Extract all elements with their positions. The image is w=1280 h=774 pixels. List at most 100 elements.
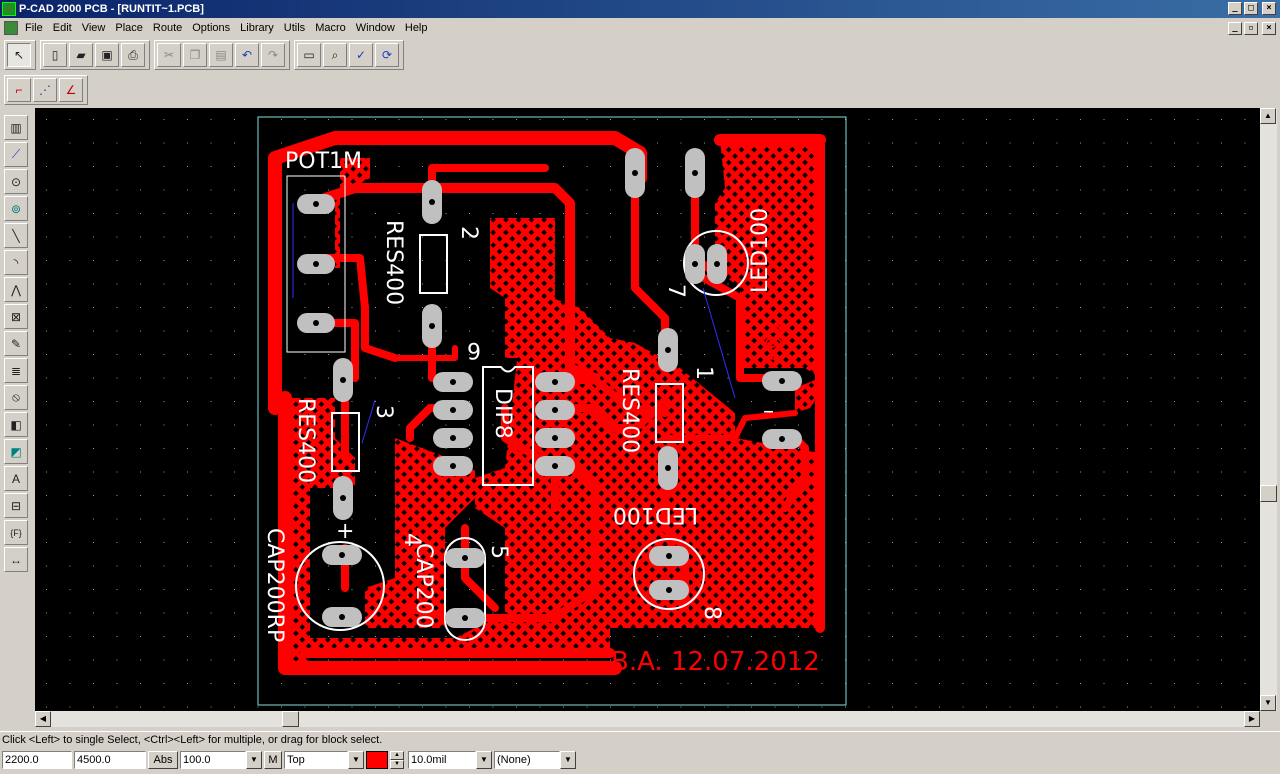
menu-window[interactable]: Window	[351, 22, 400, 34]
place-dimension-icon[interactable]: ↔	[4, 547, 28, 572]
label-pin4: 4	[399, 533, 424, 547]
drc-icon[interactable]: ✓	[349, 43, 373, 67]
vertical-scrollbar[interactable]: ▲ ▼	[1260, 108, 1277, 711]
save-icon[interactable]: ▣	[95, 43, 119, 67]
ruler-icon[interactable]: ▭	[297, 43, 321, 67]
layer-combo[interactable]: Top ▼	[284, 751, 364, 769]
chevron-down-icon[interactable]: ▼	[246, 751, 262, 769]
label-pin7: 7	[663, 284, 688, 298]
place-plane-icon[interactable]: ≣	[4, 358, 28, 383]
spin-up-icon[interactable]: ▲	[390, 751, 404, 760]
left-toolbar: ▥ ⟋ ⊙ ⊚ ╲ ◝ ⋀ ⊠ ✎ ≣ ⦸ ◧ ◩ A ⊟ {F} ↔	[4, 115, 30, 574]
layer-field[interactable]: Top	[284, 751, 348, 769]
tools-group: ▭ ⌕ ✓ ⟳	[294, 40, 404, 70]
label-dip: DIP8	[490, 388, 515, 439]
place-copper-pour-icon[interactable]: ⊠	[4, 304, 28, 329]
layer-color-swatch[interactable]	[366, 751, 388, 769]
chevron-down-icon[interactable]: ▼	[348, 751, 364, 769]
width-field[interactable]: 10.0mil	[408, 751, 476, 769]
horizontal-scroll-thumb[interactable]	[282, 711, 299, 727]
place-keepout-icon[interactable]: ⦸	[4, 385, 28, 410]
select-arrow-icon[interactable]: ↖	[7, 43, 31, 67]
label-pot: POT1M	[285, 149, 362, 174]
vertical-scroll-thumb[interactable]	[1260, 485, 1277, 502]
label-res-right: RES400	[617, 368, 642, 453]
label-minus: –	[763, 399, 774, 424]
doc-close-button[interactable]: ×	[1262, 22, 1276, 35]
net-field[interactable]: (None)	[494, 751, 560, 769]
doc-minimize-button[interactable]: _	[1228, 22, 1242, 35]
place-room-icon[interactable]: ◧	[4, 412, 28, 437]
menu-route[interactable]: Route	[148, 22, 187, 34]
menu-file[interactable]: File	[20, 22, 48, 34]
net-combo[interactable]: (None) ▼	[494, 751, 576, 769]
route-group: ⌐ ⋰ ∠	[4, 75, 88, 105]
print-icon[interactable]: ⎙	[121, 43, 145, 67]
x-coordinate-field[interactable]: 2200.0	[2, 751, 72, 769]
open-folder-icon[interactable]: ▰	[69, 43, 93, 67]
abs-button[interactable]: Abs	[148, 751, 178, 769]
doc-restore-button[interactable]: ▫	[1244, 22, 1258, 35]
place-point-icon[interactable]: ◩	[4, 439, 28, 464]
pcb-canvas[interactable]: B.A. 12.07.2012 POT1M RES400 RES400 RES4…	[35, 108, 1260, 711]
menu-library[interactable]: Library	[235, 22, 279, 34]
label-cap-mid: CAP200	[411, 543, 436, 629]
m-button[interactable]: M	[264, 751, 282, 769]
minimize-button[interactable]: _	[1228, 2, 1242, 15]
paste-icon[interactable]: ▤	[209, 43, 233, 67]
new-file-icon[interactable]: ▯	[43, 43, 67, 67]
scroll-down-button[interactable]: ▼	[1260, 695, 1276, 711]
menu-place[interactable]: Place	[110, 22, 148, 34]
pcb-drawing[interactable]: B.A. 12.07.2012 POT1M RES400 RES400 RES4…	[35, 108, 1260, 711]
close-button[interactable]: ×	[1262, 2, 1276, 15]
place-pad-icon[interactable]: ⊙	[4, 169, 28, 194]
place-attribute-icon[interactable]: ⊟	[4, 493, 28, 518]
zoom-combo[interactable]: 100.0 ▼	[180, 751, 262, 769]
label-pin2: 2	[456, 226, 481, 240]
menu-utils[interactable]: Utils	[279, 22, 310, 34]
chevron-down-icon[interactable]: ▼	[476, 751, 492, 769]
label-plus-small: +	[336, 519, 354, 544]
scroll-up-button[interactable]: ▲	[1260, 108, 1276, 124]
layer-spinner[interactable]: ▲ ▼	[390, 751, 404, 769]
place-component-icon[interactable]: ▥	[4, 115, 28, 140]
document-icon[interactable]	[4, 21, 18, 35]
window-title: P-CAD 2000 PCB - [RUNTIT~1.PCB]	[19, 3, 204, 15]
menu-macro[interactable]: Macro	[310, 22, 351, 34]
cut-icon[interactable]: ✂	[157, 43, 181, 67]
place-text-icon[interactable]: A	[4, 466, 28, 491]
copy-icon[interactable]: ❐	[183, 43, 207, 67]
scroll-right-button[interactable]: ▶	[1244, 711, 1260, 727]
label-pin1: 1	[691, 366, 716, 380]
label-cap-left: CAP200RP	[262, 528, 287, 642]
place-connection-icon[interactable]: ⟋	[4, 142, 28, 167]
menu-view[interactable]: View	[77, 22, 111, 34]
label-plus9v: +9V	[763, 321, 788, 368]
maximize-button[interactable]: □	[1244, 2, 1258, 15]
menu-options[interactable]: Options	[187, 22, 235, 34]
chevron-down-icon[interactable]: ▼	[560, 751, 576, 769]
y-coordinate-field[interactable]: 4500.0	[74, 751, 146, 769]
scroll-left-button[interactable]: ◀	[35, 711, 51, 727]
route-manual-icon[interactable]: ⌐	[7, 78, 31, 102]
place-arc-icon[interactable]: ◝	[4, 250, 28, 275]
place-polygon-icon[interactable]: ⋀	[4, 277, 28, 302]
zoom-icon[interactable]: ⌕	[323, 43, 347, 67]
spin-down-icon[interactable]: ▼	[390, 760, 404, 769]
horizontal-scrollbar[interactable]: ◀ ▶	[35, 711, 1260, 727]
route-miter-icon[interactable]: ∠	[59, 78, 83, 102]
undo-icon[interactable]: ↶	[235, 43, 259, 67]
width-combo[interactable]: 10.0mil ▼	[408, 751, 492, 769]
place-fill-icon[interactable]: ✎	[4, 331, 28, 356]
zoom-field[interactable]: 100.0	[180, 751, 246, 769]
place-via-icon[interactable]: ⊚	[4, 196, 28, 221]
status-message: Click <Left> to single Select, <Ctrl><Le…	[2, 734, 383, 746]
menu-help[interactable]: Help	[400, 22, 433, 34]
place-line-icon[interactable]: ╲	[4, 223, 28, 248]
menu-edit[interactable]: Edit	[48, 22, 77, 34]
place-field-icon[interactable]: {F}	[4, 520, 28, 545]
route-interactive-icon[interactable]: ⋰	[33, 78, 57, 102]
main-toolbar: ↖ ▯ ▰ ▣ ⎙ ✂ ❐ ▤ ↶ ↷ ▭ ⌕ ✓ ⟳	[0, 40, 408, 70]
redo-icon[interactable]: ↷	[261, 43, 285, 67]
refresh-icon[interactable]: ⟳	[375, 43, 399, 67]
